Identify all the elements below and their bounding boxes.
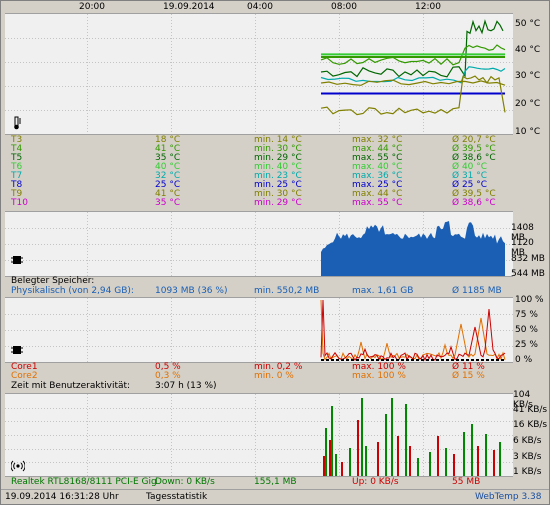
network-bar (391, 398, 393, 476)
memory-chart-panel (5, 211, 513, 277)
cpu-y-tick: 25 % (515, 340, 538, 350)
cpu-line-core2 (320, 299, 506, 361)
temperature-chart-panel (5, 13, 513, 135)
sensor-min: min. 29 °C (254, 198, 302, 208)
core-name: Core2 (11, 371, 38, 381)
cpu-y-tick: 0 % (515, 355, 533, 365)
network-bar (361, 398, 363, 476)
core-max: max. 100 % (352, 371, 406, 381)
memory-y-tick: 832 MB (511, 254, 545, 264)
sensor-avg: Ø 38,6 °C (452, 198, 496, 208)
cpu-y-tick: 75 % (515, 310, 538, 320)
temperature-chart (5, 14, 513, 134)
network-bar (437, 436, 439, 476)
time-axis-label: 08:00 (331, 2, 357, 12)
cpu-chart-panel (5, 297, 513, 363)
network-bar (325, 428, 327, 476)
time-axis-label: 04:00 (247, 2, 273, 12)
memory-chart (5, 212, 513, 276)
network-bar (349, 448, 351, 476)
core-min: min. 0 % (254, 371, 294, 381)
network-y-tick: 16 KB/s (513, 420, 548, 430)
temperature-y-tick: 40 °C (515, 45, 541, 55)
memory-max: max. 1,61 GB (352, 286, 414, 296)
webtemp-window: 20:00 19.09.2014 04:00 08:00 12:00 50 °C 40 °… (0, 0, 550, 505)
network-y-tick: 6 KB/s (513, 436, 542, 446)
network-bar (445, 448, 447, 476)
activity-value: 3:07 h (13 %) (155, 381, 217, 391)
time-axis-label: 19.09.2014 (163, 2, 215, 12)
network-chart-panel (5, 393, 513, 477)
cpu-chart (5, 298, 513, 362)
network-bar (365, 446, 367, 476)
temperature-y-tick: 10 °C (515, 127, 541, 137)
memory-chip-icon (11, 254, 23, 266)
app-version-link[interactable]: WebTemp 3.38 (475, 492, 542, 502)
cpu-chip-icon (11, 344, 23, 356)
network-bar (429, 452, 431, 476)
network-bar (357, 420, 359, 476)
network-down-total: 155,1 MB (254, 477, 297, 487)
network-y-tick: 41 KB/s (513, 405, 548, 415)
network-up-total: 55 MB (452, 477, 481, 487)
sensor-current: 35 °C (155, 198, 181, 208)
network-bar (385, 414, 387, 476)
time-axis-label: 12:00 (415, 2, 441, 12)
network-bar (331, 406, 333, 476)
network-bar (323, 456, 325, 476)
temperature-y-tick: 30 °C (515, 71, 541, 81)
memory-min: min. 550,2 MB (254, 286, 320, 296)
core-current: 0,3 % (155, 371, 181, 381)
sensor-max: max. 55 °C (352, 198, 403, 208)
network-chart (5, 394, 513, 476)
network-down-rate: Down: 0 KB/s (155, 477, 215, 487)
network-bar (397, 436, 399, 476)
cpu-y-tick: 100 % (515, 295, 544, 305)
network-y-tick: 3 KB/s (513, 452, 542, 462)
network-bar (341, 462, 343, 476)
core-avg: Ø 15 % (452, 371, 485, 381)
network-y-tick: 1 KB/s (513, 467, 542, 477)
network-bar (329, 440, 331, 476)
memory-physical-label: Physikalisch (von 2,94 GB): (11, 286, 134, 296)
memory-heading: Belegter Speicher: (11, 276, 95, 286)
activity-label: Zeit mit Benutzeraktivität: (11, 381, 131, 391)
network-bar (405, 404, 407, 476)
time-axis-label: 20:00 (79, 2, 105, 12)
cpu-y-tick: 50 % (515, 325, 538, 335)
daily-statistics-link[interactable]: Tagesstatistik (146, 492, 207, 502)
network-antenna-icon (10, 460, 26, 472)
network-bar (485, 434, 487, 476)
sensor-name: T10 (11, 198, 28, 208)
network-bar (335, 454, 337, 476)
sensor-line-T10 (320, 79, 506, 86)
network-bar (463, 432, 465, 476)
network-bar (493, 450, 495, 476)
thermometer-icon (11, 116, 23, 130)
network-adapter-name: Realtek RTL8168/8111 PCI-E Gig (11, 477, 157, 487)
network-bar (377, 442, 379, 476)
memory-avg: Ø 1185 MB (452, 286, 502, 296)
status-datetime: 19.09.2014 16:31:28 Uhr (5, 492, 119, 502)
status-bar: 19.09.2014 16:31:28 Uhr Tagesstatistik W… (1, 489, 549, 505)
temperature-y-tick: 20 °C (515, 99, 541, 109)
network-bar (499, 442, 501, 476)
network-up-rate: Up: 0 KB/s (352, 477, 399, 487)
network-bar (409, 446, 411, 476)
sensor-line-T7 (320, 66, 506, 84)
memory-y-tick: 544 MB (511, 269, 545, 279)
network-bar (477, 446, 479, 476)
temperature-y-tick: 50 °C (515, 19, 541, 29)
memory-current: 1093 MB (36 %) (155, 286, 228, 296)
memory-area (321, 221, 505, 276)
network-bar (417, 458, 419, 476)
network-bar (453, 454, 455, 476)
network-bar (471, 424, 473, 476)
